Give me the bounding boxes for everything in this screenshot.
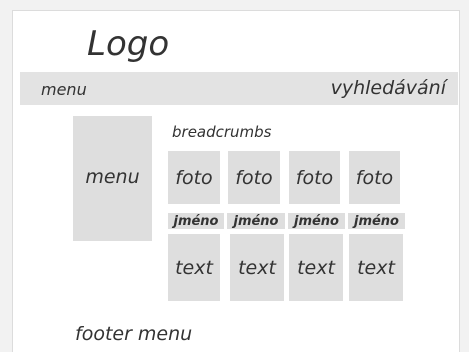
product-name[interactable]: jméno [168,213,224,229]
product-name[interactable]: jméno [288,213,345,229]
product-photo-label: foto [175,166,213,189]
product-name[interactable]: jméno [227,213,285,229]
product-photo[interactable]: foto [168,151,220,204]
footer-menu[interactable]: footer menu [75,323,192,345]
product-text-label: text [238,256,276,279]
product-photo-label: foto [355,166,394,189]
top-menu[interactable]: menu [41,80,87,99]
product-text: text [168,234,220,301]
product-photo-label: foto [295,166,334,189]
search-field[interactable]: vyhledávání [331,77,446,99]
product-photo[interactable]: foto [289,151,340,204]
product-text: text [289,234,343,301]
product-photo[interactable]: foto [228,151,280,204]
logo[interactable]: Logo [87,24,169,64]
product-text-label: text [357,256,395,279]
product-name[interactable]: jméno [348,213,405,229]
product-text: text [230,234,284,301]
breadcrumb[interactable]: breadcrumbs [172,123,272,141]
product-text-label: text [175,256,213,279]
side-menu-label: menu [85,166,140,188]
side-menu[interactable]: menu [73,116,152,241]
product-photo[interactable]: foto [349,151,400,204]
product-text: text [349,234,403,301]
product-text-label: text [297,256,335,279]
top-navigation-bar: menu vyhledávání [20,72,458,105]
product-photo-label: foto [235,166,273,189]
